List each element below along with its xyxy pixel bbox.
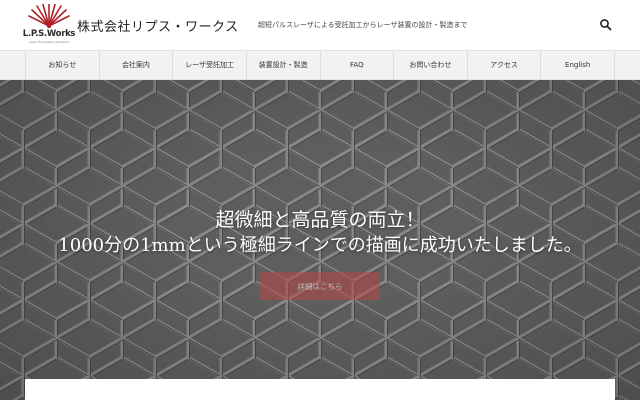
details-button[interactable]: 詳細はこちら	[260, 272, 380, 300]
site-logo[interactable]: L.P.S.Works Laser Processing Solutions	[22, 4, 76, 46]
hero-banner: 超微細と高品質の両立！ 1000分の1mmという極細ラインでの描画に成功いたしま…	[0, 80, 640, 400]
nav-item-english[interactable]: English	[540, 51, 615, 79]
nav-item-access[interactable]: アクセス	[466, 51, 541, 79]
hero-heading-line1: 超微細と高品質の両立！	[215, 209, 425, 231]
nav-item-laser-processing[interactable]: レーザ受託加工	[172, 51, 246, 79]
logo-wordmark: L.P.S.Works	[22, 29, 76, 39]
site-header: L.P.S.Works Laser Processing Solutions 株…	[0, 0, 640, 50]
logo-rays-icon	[28, 4, 70, 28]
nav-item-news[interactable]: お知らせ	[25, 51, 99, 79]
hero-heading-line2: 1000分の1mmという極細ラインでの描画に成功いたしました。	[58, 235, 582, 256]
nav-item-company[interactable]: 会社案内	[98, 51, 173, 79]
site-tagline: 超短パルスレーザによる受託加工からレーザ装置の設計・製造まで	[258, 21, 468, 29]
search-button[interactable]	[598, 17, 614, 33]
nav-item-contact[interactable]: お問い合わせ	[393, 51, 467, 79]
company-name[interactable]: 株式会社リプス・ワークス	[77, 16, 239, 35]
content-card	[25, 379, 615, 400]
nav-item-faq[interactable]: FAQ	[319, 51, 394, 79]
main-nav: お知らせ 会社案内 レーザ受託加工 装置設計・製造 FAQ お問い合わせ アクセ…	[0, 50, 640, 80]
hero-heading: 超微細と高品質の両立！ 1000分の1mmという極細ラインでの描画に成功いたしま…	[0, 208, 640, 258]
search-icon	[600, 19, 612, 31]
nav-item-equipment[interactable]: 装置設計・製造	[245, 51, 320, 79]
logo-tagline: Laser Processing Solutions	[29, 40, 69, 44]
